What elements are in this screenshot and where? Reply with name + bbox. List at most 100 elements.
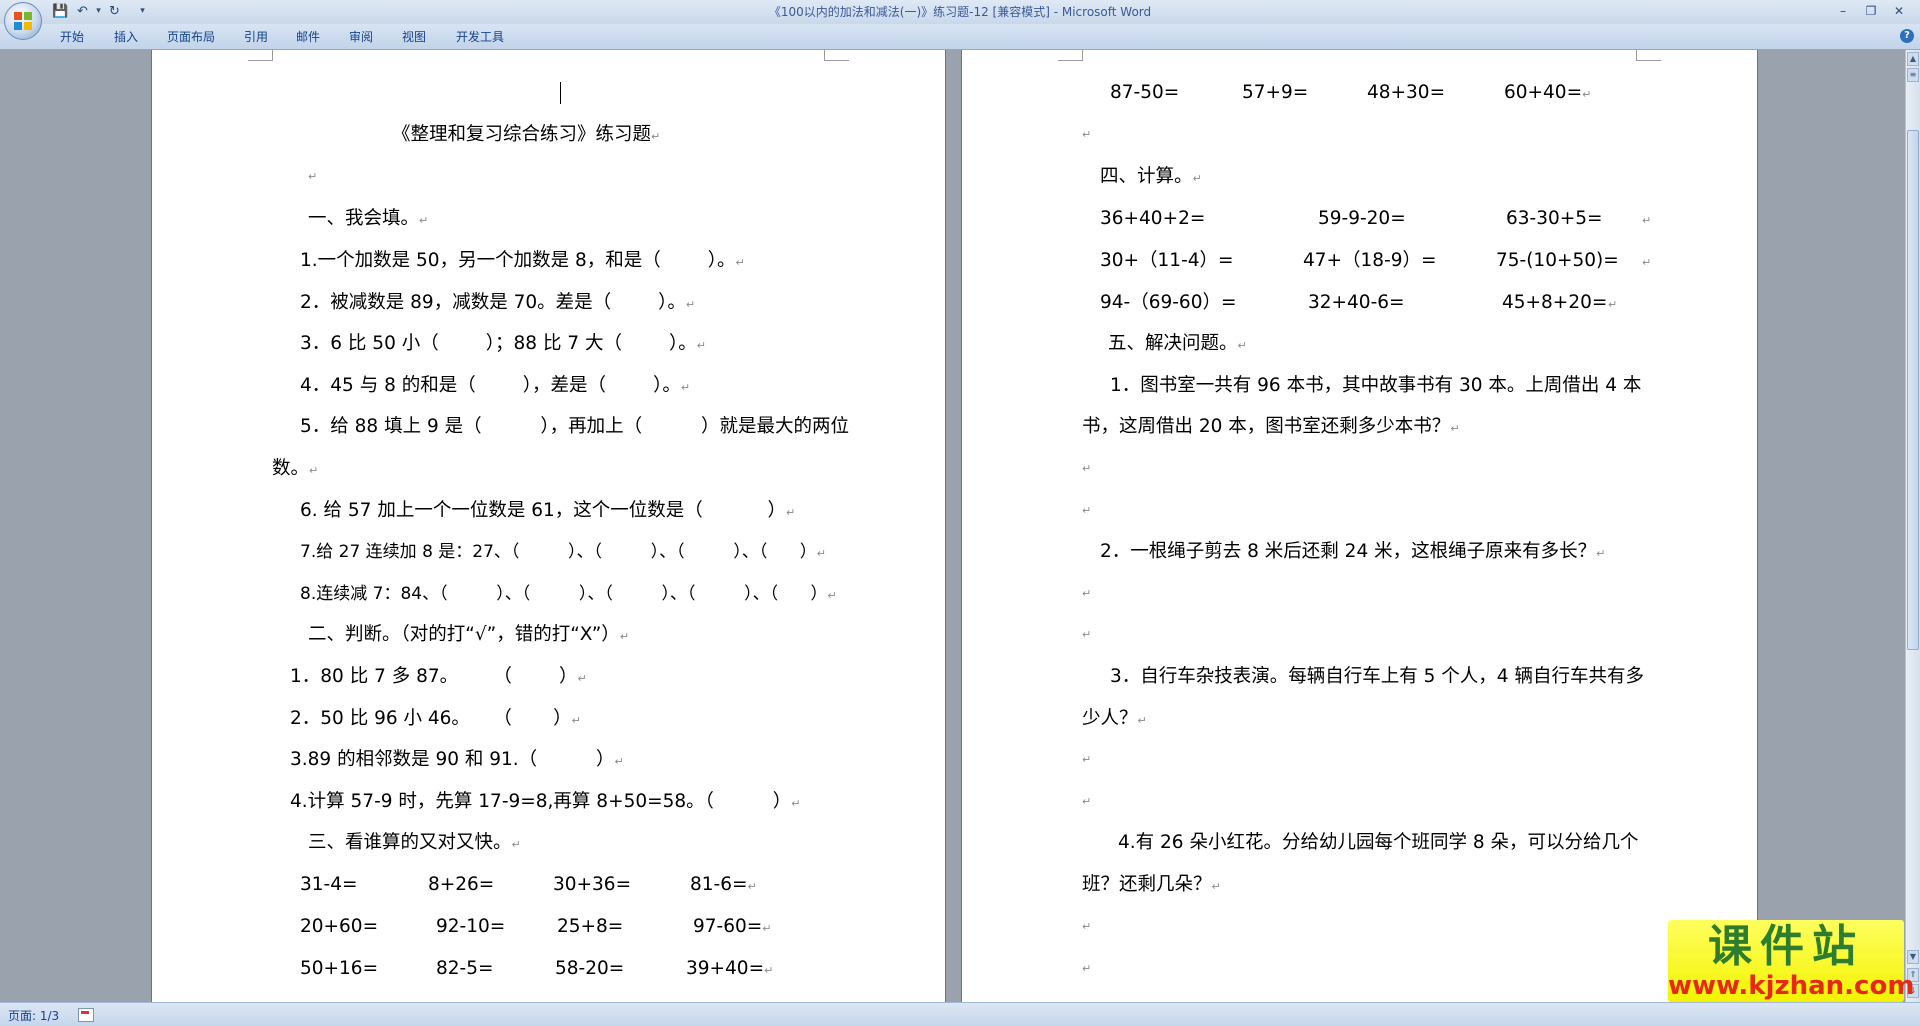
calc-item: 82-5= — [436, 958, 494, 979]
text-line: 6. 给 57 加上一个一位数是 61，这个一位数是（ ）↵ — [300, 500, 796, 521]
help-icon[interactable]: ? — [1900, 29, 1914, 43]
calc-item: 97-60=↵ — [693, 916, 772, 937]
paragraph-mark: ↵ — [1082, 962, 1092, 975]
text-line: 书，这周借出 20 本，图书室还剩多少本书？↵ — [1082, 416, 1460, 437]
text-line: 3.89 的相邻数是 90 和 91.（ ）↵ — [290, 749, 624, 770]
tab-page-layout[interactable]: 页面布局 — [167, 28, 215, 46]
calc-item: 81-6=↵ — [690, 874, 757, 895]
text-line: 少人？↵ — [1082, 708, 1147, 729]
tab-references[interactable]: 引用 — [244, 28, 268, 46]
office-logo-icon — [14, 12, 32, 30]
calc-item: 75-(10+50)= — [1496, 250, 1619, 271]
margin-corner-mark — [824, 50, 849, 61]
calc-item: 8+26= — [428, 874, 495, 895]
calc-item: 25+8= — [557, 916, 624, 937]
proofing-status-icon[interactable] — [78, 1008, 94, 1022]
paragraph-mark: ↵ — [1082, 128, 1092, 141]
calc-item: 31-4= — [300, 874, 358, 895]
watermark-text: 课件站 — [1708, 921, 1864, 972]
calc-item: 20+60= — [300, 916, 379, 937]
calc-item: 47+（18-9）= — [1303, 250, 1437, 271]
calc-item: 48+30= — [1367, 82, 1446, 103]
text-line: 4．45 与 8 的和是（ ），差是（ ）。↵ — [300, 375, 691, 396]
section-5-title: 五、解决问题。↵ — [1108, 333, 1247, 354]
text-line: 2．一根绳子剪去 8 米后还剩 24 米，这根绳子原来有多长？↵ — [1100, 541, 1606, 562]
margin-corner-mark — [248, 50, 273, 61]
scroll-thumb[interactable] — [1907, 130, 1919, 650]
title-bar: 💾 ↶ ▾ ↻ ▾ 《100以内的加法和减法(一)》练习题-12 [兼容模式] … — [0, 0, 1920, 40]
calc-item: 63-30+5= — [1506, 208, 1603, 229]
text-line: 4.计算 57-9 时，先算 17-9=8,再算 8+50=58。（ ）↵ — [290, 791, 801, 812]
margin-corner-mark — [1058, 50, 1083, 61]
calc-item: 59-9-20= — [1318, 208, 1406, 229]
calc-item: 36+40+2= — [1100, 208, 1206, 229]
page-indicator[interactable]: 页面: 1/3 — [8, 1007, 59, 1024]
text-line: 2．50 比 96 小 46。 （ ）↵ — [290, 708, 581, 729]
calc-item: 45+8+20= — [1502, 292, 1608, 313]
calc-item: 32+40-6= — [1308, 292, 1405, 313]
document-page-2[interactable]: 87-50= 57+9= 48+30= 60+40=↵ ↵ 四、计算。↵ 36+… — [962, 50, 1757, 1002]
text-line: 8.连续减 7：84、（ ）、（ ）、（ ）、（ ）、（ ）↵ — [300, 584, 837, 604]
close-icon[interactable]: ✕ — [1888, 2, 1910, 20]
calc-item: 57+9= — [1242, 82, 1309, 103]
text-line: 5．给 88 填上 9 是（ ），再加上（ ）就是最大的两位 — [300, 416, 849, 437]
text-line: 1.一个加数是 50，另一个加数是 8，和是（ ）。↵ — [300, 250, 745, 271]
section-1-title: 一、我会填。↵ — [308, 208, 429, 229]
ribbon-tabs: 开始 插入 页面布局 引用 邮件 审阅 视图 开发工具 ? — [0, 24, 1920, 50]
paragraph-mark: ↵ — [1608, 298, 1618, 311]
calc-item: 60+40=↵ — [1504, 82, 1592, 103]
paragraph-mark: ↵ — [1642, 214, 1652, 227]
watermark-logo: 课件站 www.kjzhan.com — [1668, 920, 1915, 1002]
text-line: 1．80 比 7 多 87。 （ ）↵ — [290, 666, 587, 687]
calc-item: 94-（69-60）= — [1100, 292, 1237, 313]
vertical-scrollbar[interactable]: ▲ ≡ ▼ ⇑ ⇓ — [1905, 50, 1920, 1002]
ruler-toggle-icon[interactable]: ≡ — [1907, 68, 1919, 82]
minimize-icon[interactable]: – — [1832, 2, 1854, 20]
paragraph-mark: ↵ — [1082, 795, 1092, 808]
paragraph-mark: ↵ — [308, 170, 318, 183]
tab-home[interactable]: 开始 — [60, 28, 84, 46]
document-area[interactable]: 《整理和复习综合练习》练习题↵ ↵ 一、我会填。↵ 1.一个加数是 50，另一个… — [0, 50, 1906, 1002]
section-3-title: 三、看谁算的又对又快。↵ — [308, 832, 521, 853]
text-line: 3．自行车杂技表演。每辆自行车上有 5 个人，4 辆自行车共有多 — [1110, 666, 1644, 687]
text-line: 7.给 27 连续加 8 是：27、（ ）、（ ）、（ ）、（ ）↵ — [300, 542, 826, 562]
scroll-up-icon[interactable]: ▲ — [1907, 52, 1919, 66]
text-line: 1．图书室一共有 96 本书，其中故事书有 30 本。上周借出 4 本 — [1110, 375, 1642, 396]
calc-item: 50+16= — [300, 958, 379, 979]
tab-insert[interactable]: 插入 — [114, 28, 138, 46]
section-4-title: 四、计算。↵ — [1100, 166, 1202, 187]
paragraph-mark: ↵ — [1082, 628, 1092, 641]
calc-item: 92-10= — [436, 916, 506, 937]
paragraph-mark: ↵ — [1642, 256, 1652, 269]
text-line: 班？还剩几朵？↵ — [1082, 874, 1221, 895]
tab-view[interactable]: 视图 — [402, 28, 426, 46]
watermark-url: www.kjzhan.com — [1668, 971, 1915, 1001]
text-line: 2．被减数是 89，减数是 70。差是（ ）。↵ — [300, 292, 696, 313]
tab-mailings[interactable]: 邮件 — [296, 28, 320, 46]
calc-item: 39+40=↵ — [686, 958, 774, 979]
paragraph-mark: ↵ — [1082, 753, 1092, 766]
text-cursor — [560, 82, 561, 104]
window-title: 《100以内的加法和减法(一)》练习题-12 [兼容模式] - Microsof… — [768, 5, 1152, 19]
calc-item: 58-20= — [555, 958, 625, 979]
paragraph-mark: ↵ — [1082, 462, 1092, 475]
document-page-1[interactable]: 《整理和复习综合练习》练习题↵ ↵ 一、我会填。↵ 1.一个加数是 50，另一个… — [152, 50, 945, 1002]
margin-corner-mark — [1636, 50, 1661, 61]
restore-icon[interactable]: ❐ — [1860, 2, 1882, 20]
paragraph-mark: ↵ — [1082, 504, 1092, 517]
scroll-down-icon[interactable]: ▼ — [1907, 950, 1919, 964]
paragraph-mark: ↵ — [1082, 920, 1092, 933]
calc-item: 30+（11-4）= — [1100, 250, 1234, 271]
tab-review[interactable]: 审阅 — [349, 28, 373, 46]
status-bar: 页面: 1/3 — [0, 1002, 1920, 1026]
section-2-title: 二、判断。（对的打“√”，错的打“X”）↵ — [308, 624, 630, 645]
calc-item: 30+36= — [553, 874, 632, 895]
document-title: 《整理和复习综合练习》练习题↵ — [392, 124, 661, 145]
tab-developer[interactable]: 开发工具 — [456, 28, 504, 46]
text-line: 3．6 比 50 小（ ）；88 比 7 大（ ）。↵ — [300, 333, 706, 354]
text-line: 4.有 26 朵小红花。分给幼儿园每个班同学 8 朵，可以分给几个 — [1118, 832, 1639, 853]
text-line: 数。↵ — [272, 458, 319, 479]
calc-item: 87-50= — [1110, 82, 1180, 103]
paragraph-mark: ↵ — [1082, 587, 1092, 600]
office-button[interactable] — [4, 2, 42, 40]
